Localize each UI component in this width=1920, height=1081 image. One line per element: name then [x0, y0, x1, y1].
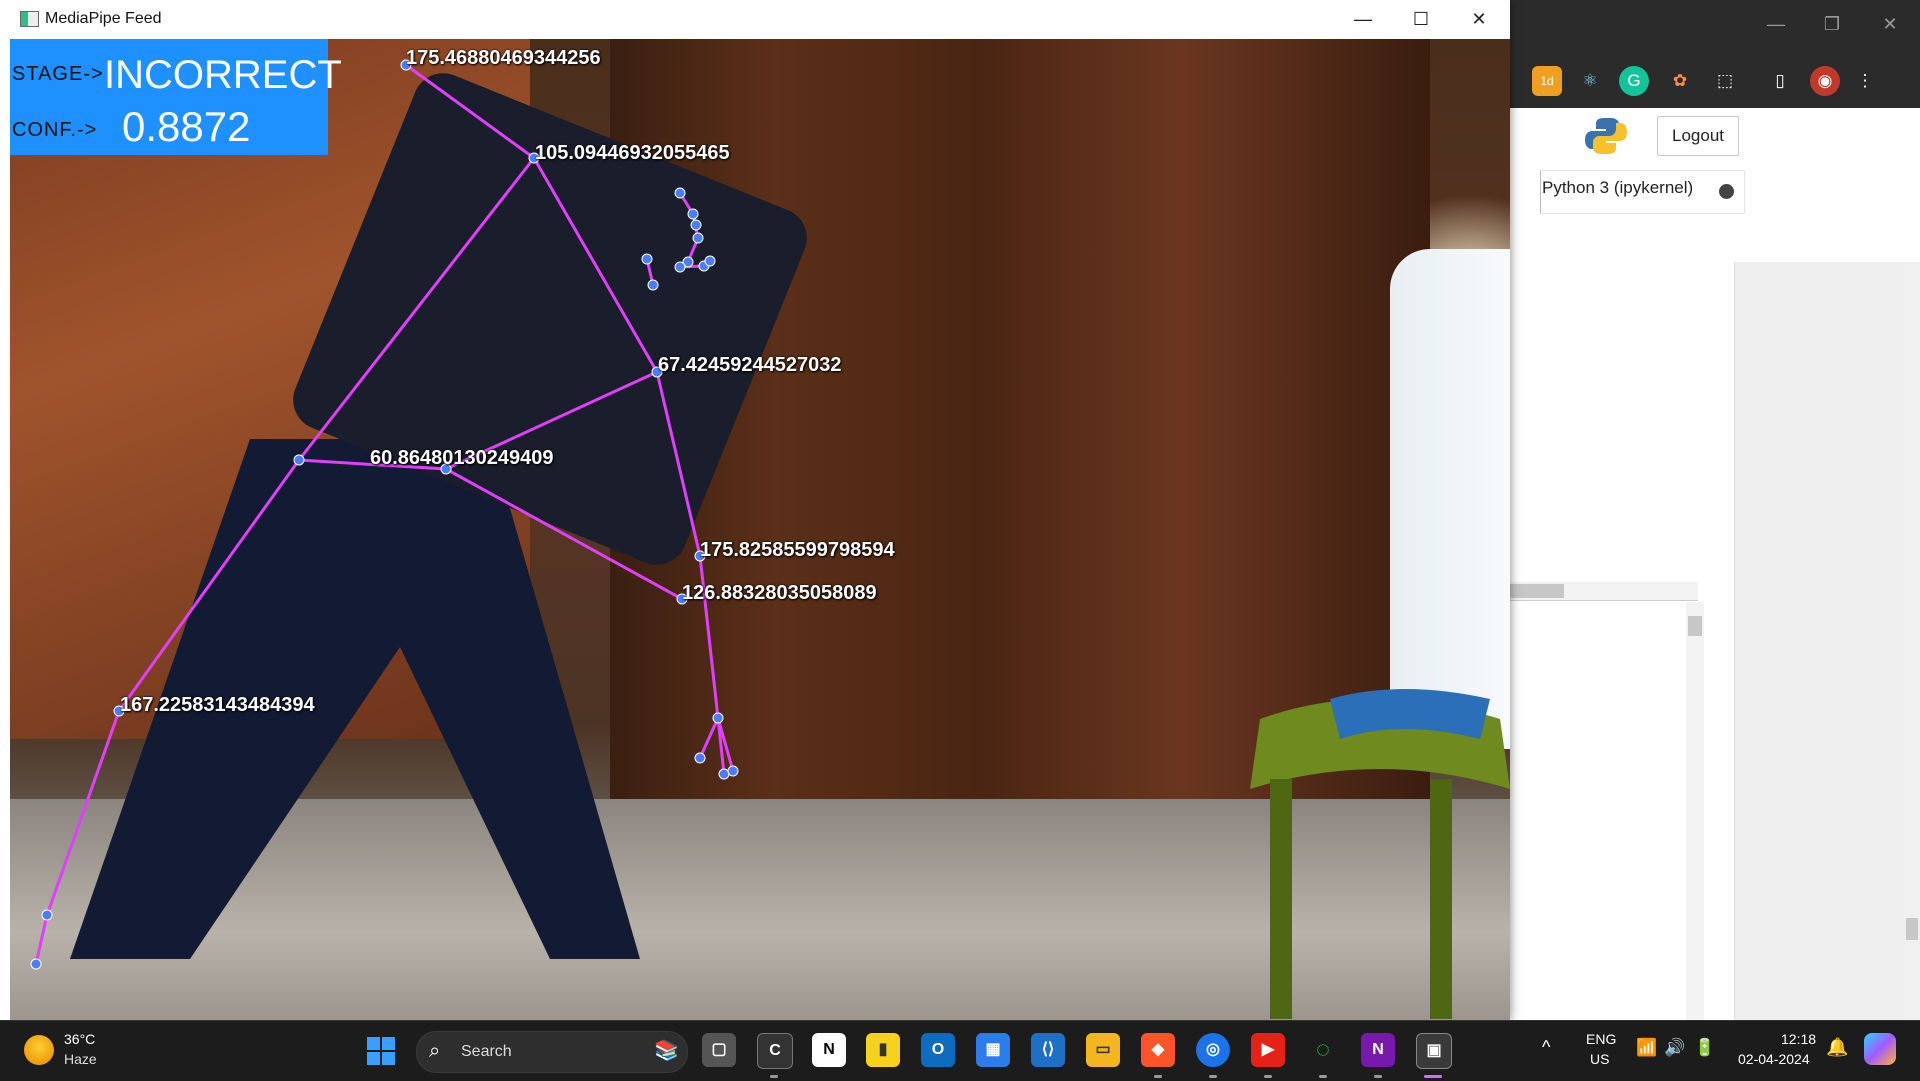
jupyter-header: Logout Python 3 (ipykernel) [1510, 108, 1920, 263]
logout-button[interactable]: Logout [1657, 116, 1739, 156]
browser-menu-icon[interactable]: ⋮ [1850, 66, 1880, 96]
weather-temperature[interactable]: 36°C [64, 1031, 95, 1047]
notebook-area [1510, 262, 1920, 1020]
outlook-app-icon[interactable]: O [921, 1033, 955, 1067]
weather-sun-icon[interactable] [24, 1035, 54, 1065]
region-indicator[interactable]: US [1590, 1051, 1609, 1067]
browser-toolbar: — ❐ ✕ 1d ⚛ G ✿ ⬚ ▯ ◉ ⋮ [1510, 0, 1920, 108]
task-view-icon[interactable]: ▢ [702, 1033, 736, 1067]
running-indicator [1264, 1075, 1272, 1078]
taskbar: 36°C Haze ⌕ Search 📚 ▢ C N ▮ O ▦ ⟨⟩ ▭ ◆ … [0, 1020, 1920, 1081]
search-input[interactable]: ⌕ Search 📚 [416, 1031, 688, 1073]
window-titlebar[interactable]: MediaPipe Feed — ☐ ✕ [0, 0, 1510, 38]
running-indicator [1154, 1075, 1162, 1078]
running-indicator [770, 1075, 778, 1078]
notion-app-icon[interactable]: N [812, 1033, 846, 1067]
extension-1d-icon[interactable]: 1d [1532, 66, 1562, 96]
search-placeholder: Search [461, 1043, 512, 1060]
minimize-button[interactable]: — [1340, 4, 1386, 34]
angle-label-hip-right: 67.42459244527032 [658, 354, 842, 376]
close-button[interactable]: ✕ [1456, 4, 1502, 34]
language-indicator[interactable]: ENG [1586, 1031, 1616, 1047]
notification-bell-icon[interactable]: 🔔 [1826, 1037, 1848, 1058]
mediapipe-window: MediaPipe Feed — ☐ ✕ 175.46880469344256 … [0, 0, 1510, 1020]
confidence-value: 0.8872 [122, 103, 251, 150]
battery-icon[interactable]: 🔋 [1694, 1038, 1715, 1058]
profile-avatar-icon[interactable]: ◉ [1810, 66, 1840, 96]
maximize-button[interactable]: ☐ [1398, 4, 1444, 34]
weather-condition[interactable]: Haze [64, 1051, 97, 1067]
notebook-cell-panel [1510, 262, 1735, 1020]
start-button[interactable] [367, 1037, 395, 1065]
react-devtools-icon[interactable]: ⚛ [1575, 66, 1605, 96]
stage-key-label: STAGE-> [12, 63, 104, 85]
angle-label-wrist: 126.88328035058089 [682, 582, 877, 604]
mediapipe-app-icon[interactable]: ▣ [1416, 1033, 1452, 1069]
loading-app-icon[interactable]: ◌ [1306, 1033, 1340, 1067]
running-indicator [1374, 1075, 1382, 1078]
clock-date[interactable]: 02-04-2024 [1738, 1051, 1810, 1067]
terminal-app-icon[interactable]: C [757, 1033, 793, 1069]
file-explorer-app-icon[interactable]: ▭ [1086, 1033, 1120, 1067]
sticky-notes-app-icon[interactable]: ▮ [866, 1033, 900, 1067]
kernel-name-label: Python 3 (ipykernel) [1542, 178, 1694, 197]
confidence-key-label: CONF.-> [12, 119, 98, 141]
store-app-icon[interactable]: ▦ [976, 1033, 1010, 1067]
side-panel-icon[interactable]: ▯ [1765, 66, 1795, 96]
copilot-icon[interactable] [1864, 1033, 1896, 1065]
search-icon: ⌕ [429, 1040, 441, 1062]
window-title: MediaPipe Feed [45, 10, 162, 27]
camera-feed: 175.46880469344256 105.09446932055465 67… [10, 39, 1510, 1020]
kernel-status-icon [1719, 184, 1734, 199]
extensions-puzzle-icon[interactable]: ⬚ [1710, 66, 1740, 96]
grammarly-icon[interactable]: G [1619, 66, 1649, 96]
stage-value: INCORRECT [104, 53, 342, 97]
running-indicator [1319, 1075, 1327, 1078]
page-scrollbar[interactable] [1904, 262, 1920, 1020]
wifi-icon[interactable]: 📶 [1636, 1038, 1657, 1058]
browser-minimize-button[interactable]: — [1756, 12, 1796, 36]
angle-label-knee-left: 167.22583143484394 [120, 694, 315, 716]
angle-label-hip-left: 60.86480130249409 [370, 447, 554, 469]
volume-icon[interactable]: 🔊 [1664, 1038, 1685, 1058]
angle-label-knee-right: 175.82585599798594 [700, 539, 895, 561]
active-indicator [1424, 1075, 1442, 1078]
python-logo-icon [1585, 118, 1627, 154]
browser-close-button[interactable]: ✕ [1870, 12, 1910, 36]
angle-label-elbow: 105.09446932055465 [535, 142, 730, 164]
browser-restore-button[interactable]: ❐ [1812, 12, 1852, 36]
vertical-scrollbar[interactable] [1686, 602, 1704, 1020]
chrome-app-icon[interactable]: ◎ [1196, 1033, 1230, 1067]
show-hidden-icons-icon[interactable]: ^ [1542, 1037, 1550, 1058]
pose-skeleton-overlay [30, 59, 739, 970]
app-window-icon [20, 11, 39, 27]
extension-flower-icon[interactable]: ✿ [1665, 66, 1695, 96]
search-highlight-icon: 📚 [654, 1040, 679, 1062]
youtube-app-icon[interactable]: ▶ [1251, 1033, 1285, 1067]
brave-app-icon[interactable]: ◆ [1141, 1033, 1175, 1067]
angle-label-shoulder: 175.46880469344256 [406, 47, 601, 69]
clock-time[interactable]: 12:18 [1781, 1031, 1816, 1047]
pose-status-box: STAGE-> INCORRECT CONF.-> 0.8872 [10, 39, 342, 155]
running-indicator [1209, 1075, 1217, 1078]
horizontal-scrollbar[interactable] [1510, 582, 1698, 601]
vscode-app-icon[interactable]: ⟨⟩ [1031, 1033, 1065, 1067]
onenote-app-icon[interactable]: N [1361, 1033, 1395, 1067]
